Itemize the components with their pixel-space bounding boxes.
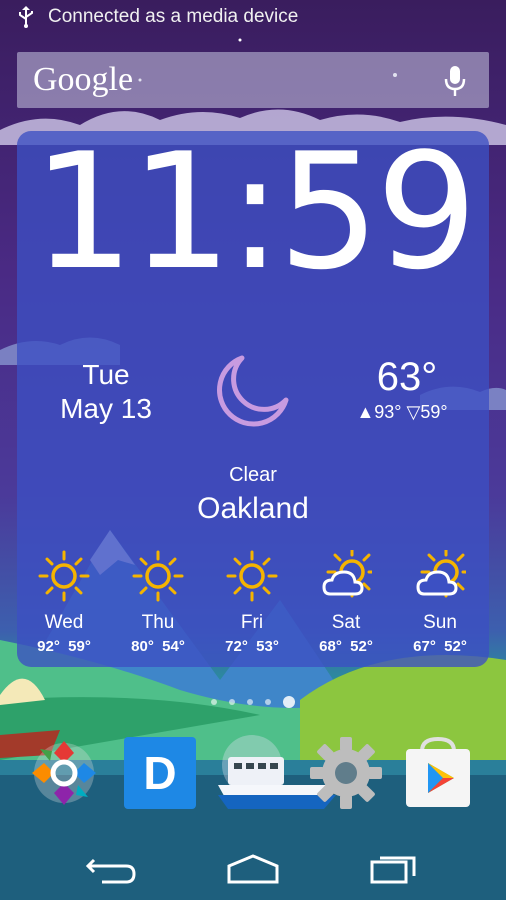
forecast-day: Wed 92° 59° bbox=[24, 550, 104, 655]
forecast-day: Thu 80° 54° bbox=[118, 550, 198, 655]
recents-icon[interactable] bbox=[364, 850, 424, 886]
google-search-bar[interactable]: Google bbox=[17, 52, 489, 108]
forecast-day-name: Fri bbox=[240, 612, 264, 633]
forecast-low: 53° bbox=[256, 638, 279, 655]
mic-icon[interactable] bbox=[443, 64, 467, 98]
dashlane-icon[interactable]: D bbox=[122, 735, 198, 811]
forecast-day: Sat 68° 52° bbox=[306, 550, 386, 655]
navigation-bar bbox=[0, 836, 506, 900]
forecast-low: 52° bbox=[444, 638, 467, 655]
usb-icon bbox=[19, 6, 33, 28]
clock-colon: : bbox=[228, 118, 282, 305]
status-bar: Connected as a media device bbox=[0, 0, 506, 34]
forecast-high: 72° bbox=[225, 638, 248, 655]
page-dot bbox=[229, 699, 235, 705]
date-text: May 13 bbox=[60, 393, 152, 424]
clock-hours: 11 bbox=[32, 118, 232, 305]
settings-icon[interactable] bbox=[308, 735, 384, 811]
app-dock: D bbox=[0, 735, 506, 815]
back-icon[interactable] bbox=[82, 850, 142, 886]
forecast-temps: 92° 59° bbox=[24, 638, 104, 655]
page-dot bbox=[211, 699, 217, 705]
home-icon[interactable] bbox=[223, 850, 283, 886]
dashlane-letter: D bbox=[143, 747, 176, 799]
temperature-range: ▲93° ▽59° bbox=[352, 402, 452, 423]
moon-icon bbox=[217, 355, 289, 427]
partly-cloudy-icon bbox=[322, 550, 372, 598]
notification-text: Connected as a media device bbox=[48, 6, 299, 27]
forecast-low: 59° bbox=[68, 638, 91, 655]
forecast-day-name: Thu bbox=[141, 612, 175, 633]
forecast-high: 68° bbox=[319, 638, 342, 655]
forecast-day-name: Sat bbox=[331, 612, 361, 633]
forecast-temps: 68° 52° bbox=[306, 638, 386, 655]
clock[interactable]: 11:59 bbox=[0, 132, 506, 292]
play-store-icon[interactable] bbox=[400, 735, 476, 811]
high-temperature: ▲93° bbox=[356, 402, 402, 422]
current-temperature: 63° bbox=[376, 355, 438, 399]
forecast-low: 54° bbox=[162, 638, 185, 655]
forecast-high: 92° bbox=[37, 638, 60, 655]
sun-icon bbox=[38, 550, 90, 602]
forecast-temps: 72° 53° bbox=[212, 638, 292, 655]
day-name: Tue bbox=[82, 359, 130, 390]
forecast-day-name: Wed bbox=[44, 612, 84, 633]
google-logo[interactable]: Google bbox=[33, 61, 133, 99]
forecast-day: Sun 67° 52° bbox=[400, 550, 480, 655]
forecast-high: 80° bbox=[131, 638, 154, 655]
low-temperature: ▽59° bbox=[406, 402, 448, 422]
forecast-day: Fri 72° 53° bbox=[212, 550, 292, 655]
clock-minutes: 59 bbox=[277, 118, 478, 305]
city-name: Oakland bbox=[197, 492, 309, 525]
page-dot-active bbox=[283, 696, 295, 708]
forecast-low: 52° bbox=[350, 638, 373, 655]
page-dot bbox=[265, 699, 271, 705]
app-launcher-icon[interactable] bbox=[26, 735, 102, 811]
forecast-day-name: Sun bbox=[423, 612, 457, 633]
weather-condition: Clear bbox=[229, 464, 277, 486]
sun-icon bbox=[226, 550, 278, 602]
page-indicator bbox=[0, 696, 506, 708]
sun-icon bbox=[132, 550, 184, 602]
page-dot bbox=[247, 699, 253, 705]
partly-cloudy-icon bbox=[416, 550, 466, 598]
date-block: Tue May 13 bbox=[40, 358, 172, 426]
forecast-temps: 80° 54° bbox=[118, 638, 198, 655]
forecast-high: 67° bbox=[413, 638, 436, 655]
forecast-temps: 67° 52° bbox=[400, 638, 480, 655]
